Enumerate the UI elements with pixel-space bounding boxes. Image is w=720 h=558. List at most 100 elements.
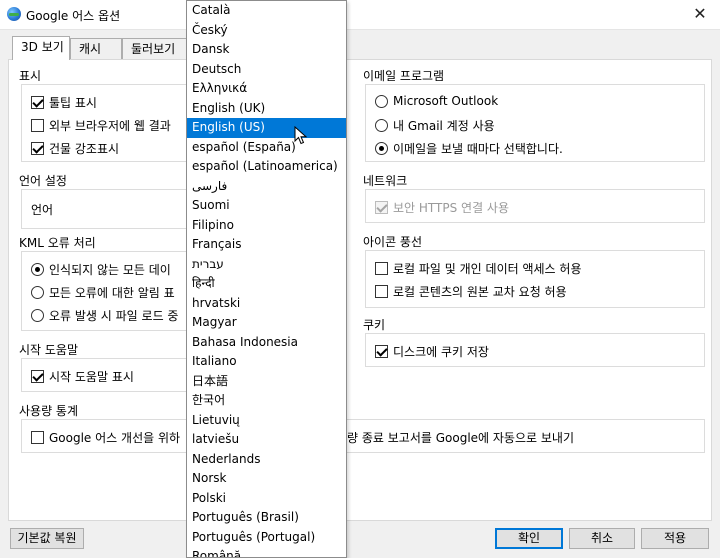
- startup-tips-label: 시작 도움말 표시: [49, 370, 134, 384]
- email-ask-label: 이메일을 보낼 때마다 선택합니다.: [393, 142, 563, 156]
- startup-section-title: 시작 도움말: [19, 343, 79, 357]
- cookies-checkbox-row[interactable]: 디스크에 쿠키 저장: [375, 343, 489, 360]
- language-option[interactable]: Dansk: [187, 40, 346, 60]
- kml-group: 인식되지 않는 모든 데이 모든 오류에 대한 알림 표 오류 발생 시 파일 …: [21, 251, 195, 331]
- language-option[interactable]: Filipino: [187, 216, 346, 236]
- email-group: Microsoft Outlook 내 Gmail 계정 사용 이메일을 보낼 …: [365, 84, 705, 162]
- tooltip-label: 툴팁 표시: [49, 96, 97, 110]
- external-browser-checkbox[interactable]: [31, 119, 44, 132]
- cancel-button[interactable]: 취소: [569, 528, 635, 549]
- language-option[interactable]: English (US): [187, 118, 346, 138]
- language-option[interactable]: Bahasa Indonesia: [187, 333, 346, 353]
- language-option[interactable]: עברית: [187, 255, 346, 275]
- local-file-access-label: 로컬 파일 및 개인 데이터 액세스 허용: [393, 262, 582, 276]
- kml-ignore-radio[interactable]: [31, 263, 44, 276]
- kml-abort-radio[interactable]: [31, 309, 44, 322]
- email-gmail-radio[interactable]: [375, 119, 388, 132]
- language-option[interactable]: हिन्दी: [187, 274, 346, 294]
- startup-tips-checkbox-row[interactable]: 시작 도움말 표시: [31, 368, 134, 385]
- options-panel: 표시 툴팁 표시 외부 브라우저에 웹 결과 건물 강조표시 언어 설정 언어 …: [8, 59, 712, 521]
- language-option[interactable]: Český: [187, 21, 346, 41]
- kml-notify-label: 모든 오류에 대한 알림 표: [49, 286, 175, 300]
- tooltip-checkbox-row[interactable]: 툴팁 표시: [31, 94, 97, 111]
- language-option[interactable]: Magyar: [187, 313, 346, 333]
- network-group: 보안 HTTPS 연결 사용: [365, 189, 705, 223]
- language-option[interactable]: Português (Brasil): [187, 508, 346, 528]
- kml-notify-radio[interactable]: [31, 286, 44, 299]
- tab-3d-view[interactable]: 3D 보기: [12, 36, 70, 60]
- email-gmail-radio-row[interactable]: 내 Gmail 계정 사용: [375, 117, 495, 134]
- tooltip-checkbox[interactable]: [31, 96, 44, 109]
- usage-stats-label: Google 어스 개선을 위하: [49, 431, 181, 445]
- language-option[interactable]: Lietuvių: [187, 411, 346, 431]
- https-checkbox-row[interactable]: 보안 HTTPS 연결 사용: [375, 199, 509, 216]
- language-option[interactable]: español (España): [187, 138, 346, 158]
- kml-abort-radio-row[interactable]: 오류 발생 시 파일 로드 중: [31, 307, 178, 324]
- kml-notify-radio-row[interactable]: 모든 오류에 대한 알림 표: [31, 284, 175, 301]
- language-option[interactable]: فارسی: [187, 177, 346, 197]
- window-title: Google 어스 옵션: [26, 9, 121, 23]
- close-icon[interactable]: ✕: [680, 0, 720, 30]
- external-browser-checkbox-row[interactable]: 외부 브라우저에 웹 결과: [31, 117, 171, 134]
- title-bar: Google 어스 옵션 ✕: [0, 0, 720, 30]
- ok-button[interactable]: 확인: [495, 528, 563, 549]
- restore-defaults-button[interactable]: 기본값 복원: [10, 528, 84, 549]
- mouse-pointer-icon: [294, 126, 307, 145]
- email-gmail-label: 내 Gmail 계정 사용: [393, 119, 495, 133]
- tab-cache[interactable]: 캐시: [70, 38, 122, 60]
- email-ask-radio-row[interactable]: 이메일을 보낼 때마다 선택합니다.: [375, 140, 563, 157]
- language-option[interactable]: hrvatski: [187, 294, 346, 314]
- cookies-section-title: 쿠키: [363, 318, 386, 332]
- external-browser-label: 외부 브라우저에 웹 결과: [49, 119, 171, 133]
- google-earth-icon: [7, 7, 21, 21]
- email-outlook-label: Microsoft Outlook: [393, 94, 499, 108]
- network-section-title: 네트워크: [363, 174, 408, 188]
- building-highlight-checkbox[interactable]: [31, 142, 44, 155]
- language-option[interactable]: Português (Portugal): [187, 528, 346, 548]
- language-option[interactable]: 한국어: [187, 391, 346, 411]
- local-file-access-checkbox-row[interactable]: 로컬 파일 및 개인 데이터 액세스 허용: [375, 260, 582, 277]
- language-option[interactable]: español (Latinoamerica): [187, 157, 346, 177]
- language-option[interactable]: Română: [187, 547, 346, 557]
- cookies-label: 디스크에 쿠키 저장: [393, 345, 489, 359]
- kml-ignore-label: 인식되지 않는 모든 데이: [49, 263, 171, 277]
- language-option[interactable]: 日本語: [187, 372, 346, 392]
- kml-ignore-radio-row[interactable]: 인식되지 않는 모든 데이: [31, 261, 171, 278]
- usage-stats-checkbox[interactable]: [31, 431, 44, 444]
- email-outlook-radio-row[interactable]: Microsoft Outlook: [375, 94, 498, 108]
- email-outlook-radio[interactable]: [375, 94, 388, 108]
- language-option[interactable]: Deutsch: [187, 60, 346, 80]
- cookies-group: 디스크에 쿠키 저장: [365, 333, 705, 367]
- cookies-checkbox[interactable]: [375, 345, 388, 358]
- email-ask-radio[interactable]: [375, 142, 388, 155]
- building-highlight-checkbox-row[interactable]: 건물 강조표시: [31, 140, 119, 157]
- https-checkbox[interactable]: [375, 201, 388, 214]
- apply-button[interactable]: 적용: [641, 528, 709, 549]
- cross-origin-checkbox-row[interactable]: 로컬 콘텐츠의 원본 교차 요청 허용: [375, 283, 567, 300]
- language-option[interactable]: Suomi: [187, 196, 346, 216]
- https-label: 보안 HTTPS 연결 사용: [393, 201, 510, 215]
- language-option[interactable]: English (UK): [187, 99, 346, 119]
- language-option[interactable]: Català: [187, 1, 346, 21]
- language-option[interactable]: Polski: [187, 489, 346, 509]
- usage-section-title: 사용량 통계: [19, 404, 79, 418]
- language-option[interactable]: Nederlands: [187, 450, 346, 470]
- local-file-access-checkbox[interactable]: [375, 262, 388, 275]
- tab-touring[interactable]: 둘러보기: [122, 38, 192, 60]
- language-label: 언어: [31, 203, 54, 217]
- kml-section-title: KML 오류 처리: [19, 236, 96, 250]
- language-group: 언어: [21, 189, 195, 229]
- startup-tips-checkbox[interactable]: [31, 370, 44, 383]
- language-option[interactable]: latviešu: [187, 430, 346, 450]
- usage-stats-checkbox-row[interactable]: Google 어스 개선을 위하: [31, 429, 180, 446]
- language-option[interactable]: Français: [187, 235, 346, 255]
- usage-stats-label-rest: 량 종료 보고서를 Google에 자동으로 보내기: [347, 431, 574, 445]
- language-option[interactable]: Ελληνικά: [187, 79, 346, 99]
- language-option[interactable]: Italiano: [187, 352, 346, 372]
- cross-origin-checkbox[interactable]: [375, 285, 388, 298]
- language-option[interactable]: Norsk: [187, 469, 346, 489]
- language-dropdown-list[interactable]: Català Český Dansk Deutsch Ελληνικά English (…: [186, 0, 347, 558]
- kml-abort-label: 오류 발생 시 파일 로드 중: [49, 309, 179, 323]
- language-section-title: 언어 설정: [19, 174, 67, 188]
- balloon-section-title: 아이콘 풍선: [363, 235, 423, 249]
